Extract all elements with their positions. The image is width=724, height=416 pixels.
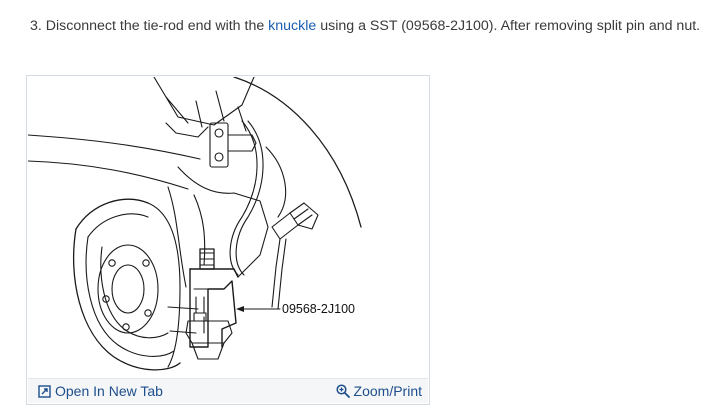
- open-new-tab-link[interactable]: Open In New Tab: [38, 382, 163, 400]
- step-text-suffix: using a SST (09568-2J100). After removin…: [316, 18, 701, 34]
- step-instruction: 3. Disconnect the tie-rod end with the k…: [30, 16, 700, 36]
- callout-arrowhead: [236, 306, 244, 312]
- zoom-print-link[interactable]: Zoom/Print: [335, 382, 422, 400]
- tie-rod-diagram[interactable]: 09568-2J100: [28, 77, 428, 379]
- open-new-tab-label: Open In New Tab: [55, 383, 163, 399]
- diagram-drawing: 09568-2J100: [28, 77, 362, 371]
- step-text-prefix: 3. Disconnect the tie-rod end with the: [30, 18, 269, 34]
- open-new-tab-icon: [38, 384, 51, 398]
- callout-label: 09568-2J100: [282, 302, 355, 316]
- zoom-print-label: Zoom/Print: [353, 383, 422, 399]
- figure-footer: Open In New Tab Zoom/Print: [28, 378, 428, 403]
- knuckle-link[interactable]: knuckle: [268, 18, 316, 34]
- figure-card: 09568-2J100 Open In New Tab Zoom/Print: [26, 75, 430, 405]
- magnifier-plus-icon: [335, 384, 350, 398]
